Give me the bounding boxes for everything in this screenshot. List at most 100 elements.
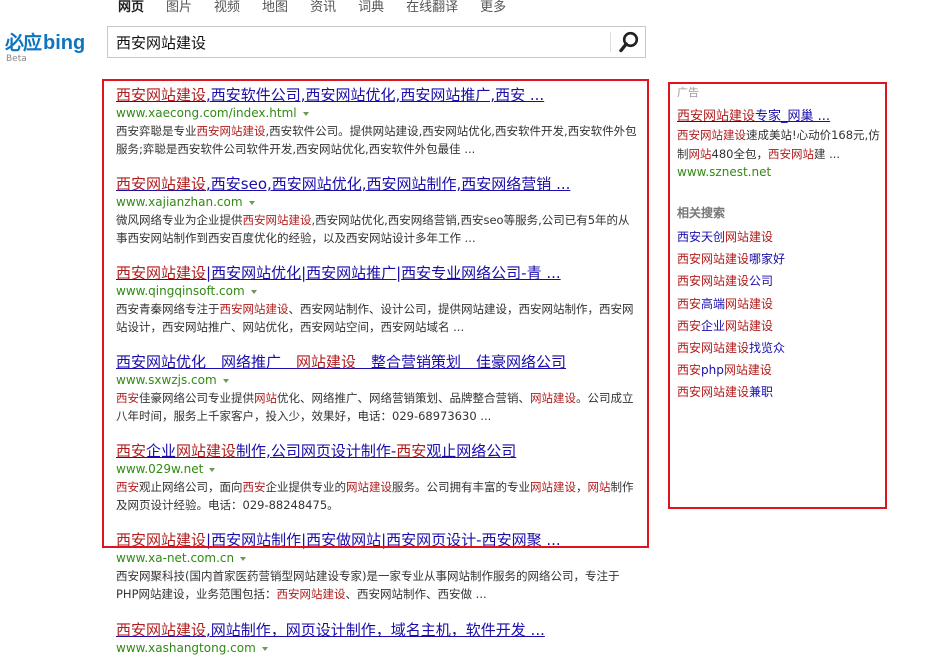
result-item: 西安企业网站建设制作,公司网页设计制作-西安观止网络公司 www.029w.net… [116,441,646,514]
bing-logo[interactable]: 必应 bing Beta [5,28,100,66]
ad-title-highlight: 西安网站建设 [677,109,756,124]
dropdown-arrow-icon[interactable] [261,646,268,651]
result-url: www.xashangtong.com [116,640,646,657]
dropdown-arrow-icon[interactable] [209,467,216,472]
related-search-item[interactable]: 西安网站建设兼职 [677,381,785,403]
result-title-highlight: 西安网站建设 [116,621,207,639]
result-title-text: 观止网络公司 [426,442,517,460]
ad-desc-highlight: 西安网站建设 [677,128,746,142]
related-search-text: 企业 [701,318,726,333]
dropdown-arrow-icon[interactable] [248,200,255,205]
dropdown-arrow-icon[interactable] [250,289,257,294]
result-snippet: 西安观止网络公司，面向西安企业提供专业的网站建设服务。公司拥有丰富的专业网站建设… [116,478,638,514]
related-search-highlight: 西安网站建设 [677,252,750,267]
result-url-text[interactable]: www.029w.net [116,462,203,476]
related-search-item[interactable]: 西安php网站建设 [677,359,785,381]
related-search-text: 找览众 [749,341,786,356]
search-input[interactable] [116,31,606,53]
related-search-highlight: 网站建设 [723,363,772,378]
result-title-highlight: 西安网站建设 [116,86,207,104]
result-title-link[interactable]: 西安网站建设,网站制作，网页设计制作，域名主机，软件开发 ... [116,620,646,640]
nav-more[interactable]: 更多 [480,0,506,16]
result-title-link[interactable]: 西安网站建设,西安软件公司,西安网站优化,西安网站推广,西安 ... [116,85,646,105]
result-url-text[interactable]: www.sxwzjs.com [116,373,217,387]
result-title-highlight: 网站建设 [176,442,237,460]
result-title-highlight: 西安网站建设 [116,175,207,193]
dropdown-arrow-icon[interactable] [302,111,309,116]
ad-title-link[interactable]: 西安网站建设专家_网巢 ... [677,108,830,126]
result-snippet: 西安佳豪网络公司专业提供网站优化、网络推广、网络营销策划、品牌整合营销、网站建设… [116,389,638,425]
result-title-link[interactable]: 西安网站建设,西安seo,西安网站优化,西安网站制作,西安网络营销 ... [116,174,646,194]
magnifier-icon [619,31,639,53]
result-url-text[interactable]: www.qingqinsoft.com [116,284,245,298]
nav-news[interactable]: 资讯 [310,0,336,16]
result-snippet-highlight: 网站 [254,391,277,405]
result-snippet-text: ， [576,480,588,494]
result-url-text[interactable]: www.xashangtong.com [116,641,256,655]
result-snippet-text: 微风网络专业为企业提供 [116,213,243,227]
related-search-highlight: 网站建设 [725,296,774,311]
result-snippet: 西安弈聪是专业西安网站建设,西安软件公司。提供网站建设,西安网站优化,西安软件开… [116,122,638,158]
nav-maps[interactable]: 地图 [262,0,288,16]
search-button[interactable] [615,29,643,55]
dropdown-arrow-icon[interactable] [240,556,247,561]
result-title-text: 西安网站优化 网络推广 [116,353,297,371]
result-snippet-highlight: 网站 [587,480,611,494]
result-title-text: |西安网站制作|西安做网站|西安网页设计-西安网聚 ... [206,531,561,549]
related-search-text: 哪家好 [749,252,786,267]
related-search-highlight: 西安 [677,296,702,311]
ad-desc-text: 480全包， [711,147,768,161]
vertical-nav: 网页 图片 视频 地图 资讯 词典 在线翻译 更多 [118,0,528,16]
related-search-text: 兼职 [749,385,774,400]
related-search-item[interactable]: 西安天创网站建设 [677,226,785,248]
result-url-text[interactable]: www.xa-net.com.cn [116,551,234,565]
ad-desc-highlight: 网站 [688,147,712,161]
nav-translate[interactable]: 在线翻译 [406,0,458,16]
nav-images[interactable]: 图片 [166,0,192,16]
result-snippet: 微风网络专业为企业提供西安网站建设,西安网站优化,西安网络营销,西安seo等服务… [116,211,638,247]
nav-dictionary[interactable]: 词典 [358,0,384,16]
related-search-highlight: 西安 [677,318,702,333]
logo-beta-label: Beta [6,54,27,64]
result-title-highlight: 西安 [116,442,147,460]
result-item: 西安网站建设,网站制作，网页设计制作，域名主机，软件开发 ... www.xash… [116,620,646,657]
related-search-highlight: 网站建设 [725,230,774,244]
result-title-highlight: 网站建设 [296,353,357,371]
dropdown-arrow-icon[interactable] [222,378,229,383]
related-searches-list: 西安天创网站建设 西安网站建设哪家好 西安网站建设公司 西安高端网站建设 西安企业网站建… [677,226,785,404]
result-snippet-text: 、西安网站制作、西安做 ... [345,587,487,601]
result-title-text: 整合营销策划 佳豪网络公司 [356,353,567,371]
result-title-link[interactable]: 西安企业网站建设制作,公司网页设计制作-西安观止网络公司 [116,441,646,461]
related-search-item[interactable]: 西安网站建设哪家好 [677,248,785,270]
nav-web[interactable]: 网页 [118,0,144,16]
result-title-text: ,西安seo,西安网站优化,西安网站制作,西安网络营销 ... [206,175,571,193]
result-title-highlight: 西安网站建设 [116,531,207,549]
ad-desc-highlight: 西安网站 [767,147,814,161]
related-search-highlight: 西安网站建设 [677,385,750,400]
result-title-link[interactable]: 西安网站建设|西安网站优化|西安网站推广|西安专业网络公司-青 ... [116,263,646,283]
result-item: 西安网站优化 网络推广 网站建设 整合营销策划 佳豪网络公司 www.sxwzjs… [116,352,646,425]
related-search-text: php [701,363,724,378]
result-title-link[interactable]: 西安网站建设|西安网站制作|西安做网站|西安网页设计-西安网聚 ... [116,530,646,550]
related-search-item[interactable]: 西安企业网站建设 [677,315,785,337]
related-search-item[interactable]: 西安网站建设找览众 [677,337,785,359]
result-snippet-highlight: 西安网站建设 [219,302,289,316]
result-url-text[interactable]: www.xaecong.com/index.html [116,106,297,120]
result-snippet-highlight: 西安 [116,391,139,405]
result-title-link[interactable]: 西安网站优化 网络推广 网站建设 整合营销策划 佳豪网络公司 [116,352,646,372]
search-divider [610,32,611,52]
ad-url[interactable]: www.sznest.net [677,163,771,181]
result-url: www.sxwzjs.com [116,372,646,389]
nav-videos[interactable]: 视频 [214,0,240,16]
result-url: www.029w.net [116,461,646,478]
related-search-text: 高端 [701,296,726,311]
result-url: www.xa-net.com.cn [116,550,646,567]
result-url-text[interactable]: www.xajianzhan.com [116,195,243,209]
result-item: 西安网站建设|西安网站优化|西安网站推广|西安专业网络公司-青 ... www.q… [116,263,646,336]
result-snippet-text: 企业提供专业的 [265,480,347,494]
related-search-item[interactable]: 西安高端网站建设 [677,293,785,315]
result-snippet: 西安网聚科技(国内首家医药营销型网站建设专家)是一家专业从事网站制作服务的网络公… [116,567,638,603]
result-title-text: 制作,公司网页设计制作- [236,442,397,460]
related-search-item[interactable]: 西安网站建设公司 [677,270,785,292]
result-item: 西安网站建设,西安seo,西安网站优化,西安网站制作,西安网络营销 ... www… [116,174,646,247]
